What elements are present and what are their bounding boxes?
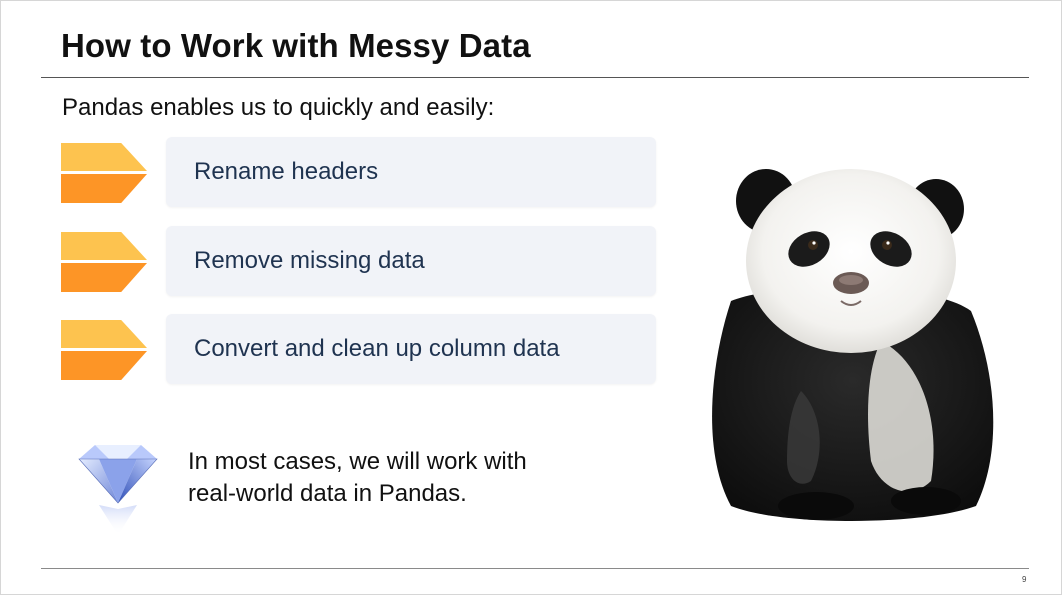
slide-title: How to Work with Messy Data	[61, 27, 531, 64]
note-text: In most cases, we will work with real-wo…	[188, 446, 527, 510]
bullet-label: Rename headers	[194, 158, 379, 185]
bullet-box: Rename headers	[166, 137, 656, 207]
note-line: real-world data in Pandas.	[188, 480, 467, 507]
bullet-label: Remove missing data	[194, 247, 425, 274]
panda-image	[712, 169, 994, 521]
title-divider	[41, 77, 1029, 78]
chevron-arrow-icon	[61, 143, 147, 203]
diamond-icon	[78, 445, 158, 535]
page-number: 9	[1022, 575, 1027, 584]
chevron-arrow-icon	[61, 320, 147, 380]
bullet-item: Convert and clean up column data	[61, 314, 661, 386]
chevron-arrow-icon	[61, 232, 147, 292]
slide-subtitle: Pandas enables us to quickly and easily:	[62, 94, 495, 121]
note-line: In most cases, we will work with	[188, 448, 527, 475]
bullet-item: Remove missing data	[61, 226, 661, 298]
bullet-box: Remove missing data	[166, 226, 656, 296]
bullet-box: Convert and clean up column data	[166, 314, 656, 384]
bullet-label: Convert and clean up column data	[194, 335, 560, 362]
bullet-item: Rename headers	[61, 137, 661, 209]
footer-divider	[41, 568, 1029, 569]
slide: How to Work with Messy Data Pandas enabl…	[0, 0, 1062, 595]
